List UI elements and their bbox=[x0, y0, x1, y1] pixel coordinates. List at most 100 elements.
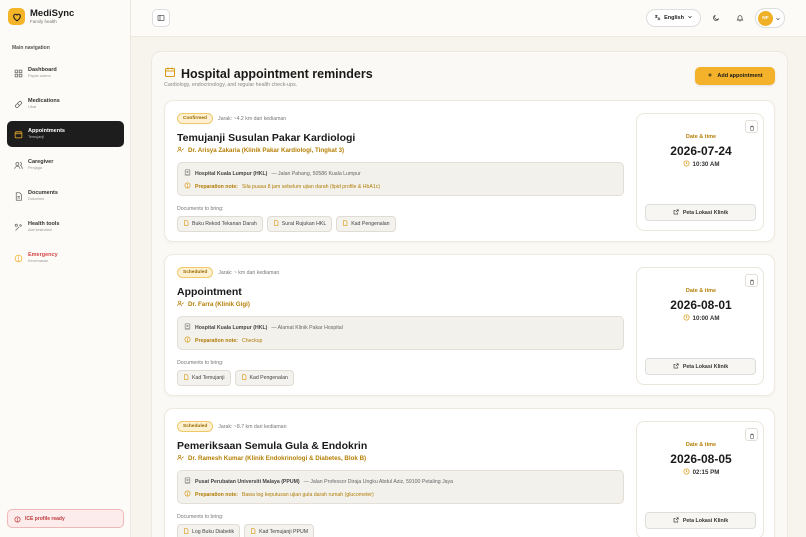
sidebar-item-caregiver[interactable]: Caregiver Penjaga bbox=[7, 152, 124, 178]
ice-status-badge[interactable]: ICE profile ready bbox=[7, 509, 124, 528]
brand[interactable]: MediSync Family health bbox=[8, 8, 74, 25]
document-chip-label: Log Buku Diabetik bbox=[192, 529, 235, 535]
appointment-title: Appointment bbox=[177, 286, 242, 298]
hospital-address: — Alamat Klinik Pakar Hospital bbox=[271, 324, 343, 331]
sidebar-item-appointments[interactable]: Appointments Temujanji bbox=[7, 121, 124, 147]
date-time-label: Date & time bbox=[685, 442, 717, 448]
date-time-panel: Date & time 2026-07-24 10:30 AM Peta Lok… bbox=[636, 113, 764, 231]
distance-text: Jarak: ~ km dari kediaman bbox=[218, 269, 280, 276]
sidebar-item-label: Medications bbox=[28, 98, 60, 104]
sidebar-toggle-icon bbox=[157, 9, 165, 27]
info-icon bbox=[184, 490, 191, 499]
language-selector[interactable]: English bbox=[646, 9, 701, 27]
document-chip-label: Buku Rekod Tekanan Darah bbox=[192, 221, 257, 227]
file-icon bbox=[241, 374, 247, 382]
prep-note-text: Checkup bbox=[241, 337, 263, 344]
external-link-icon bbox=[673, 362, 679, 371]
status-badge: Confirmed bbox=[177, 113, 213, 124]
page-title: Hospital appointment reminders bbox=[181, 67, 373, 81]
calendar-icon bbox=[164, 65, 176, 83]
delete-button[interactable] bbox=[745, 274, 758, 287]
sidebar-item-sub: Dokumen bbox=[28, 197, 45, 201]
page-subtitle: Cardiology, endocrinology, and regular h… bbox=[164, 82, 298, 88]
map-button-label: Peta Lokasi Klinik bbox=[682, 209, 729, 216]
language-label: English bbox=[664, 15, 684, 21]
documents-list: Log Buku Diabetik Kad Temujanji PPUM bbox=[177, 524, 315, 537]
theme-toggle-button[interactable] bbox=[707, 9, 725, 27]
heart-logo-icon bbox=[8, 8, 25, 25]
moon-icon bbox=[712, 9, 720, 27]
documents-label: Documents to bring: bbox=[177, 206, 224, 212]
sidebar-item-health-tools[interactable]: Health tools Alat kesihatan bbox=[7, 214, 124, 240]
map-location-button[interactable]: Peta Lokasi Klinik bbox=[645, 512, 756, 529]
document-chip-label: Kad Pengenalan bbox=[351, 221, 390, 227]
hospital-address: — Jalan Professor Diraja Ungku Abdul Azi… bbox=[303, 478, 454, 485]
delete-button[interactable] bbox=[745, 120, 758, 133]
info-icon bbox=[184, 336, 191, 345]
sidebar-item-sub: Alat kesihatan bbox=[28, 228, 52, 232]
appointment-card: Scheduled Jarak: ~ km dari kediaman Appo… bbox=[164, 254, 775, 396]
sidebar-item-sub: Ubat bbox=[28, 105, 37, 109]
prep-note-text: Bawa log keputusan ujian gula darah ruma… bbox=[241, 491, 374, 498]
doctor-name: Dr. Arisya Zakaria (Klinik Pakar Kardiol… bbox=[188, 147, 345, 154]
sidebar-item-label: Health tools bbox=[28, 221, 60, 227]
notifications-button[interactable] bbox=[731, 9, 749, 27]
appointment-time: 02:15 PM bbox=[692, 469, 720, 476]
alert-icon bbox=[8, 254, 28, 263]
building-icon bbox=[184, 169, 191, 178]
sidebar-item-sub: Penjaga bbox=[28, 166, 42, 170]
map-location-button[interactable]: Peta Lokasi Klinik bbox=[645, 358, 756, 375]
document-chip[interactable]: Kad Pengenalan bbox=[234, 370, 294, 386]
sidebar-item-medications[interactable]: Medications Ubat bbox=[7, 91, 124, 117]
document-chip[interactable]: Buku Rekod Tekanan Darah bbox=[177, 216, 263, 232]
date-time-label: Date & time bbox=[685, 288, 717, 294]
status-badge: Scheduled bbox=[177, 267, 214, 278]
doctor-name: Dr. Ramesh Kumar (Klinik Endokrinologi &… bbox=[188, 455, 367, 462]
user-menu[interactable]: NF bbox=[755, 8, 785, 28]
chevron-down-icon bbox=[775, 9, 781, 27]
date-time-panel: Date & time 2026-08-05 02:15 PM Peta Lok… bbox=[636, 421, 764, 537]
appointment-date: 2026-08-05 bbox=[670, 452, 732, 466]
appointment-date: 2026-07-24 bbox=[670, 144, 732, 158]
appointment-card: Confirmed Jarak: ~4.2 km dari kediaman T… bbox=[164, 100, 775, 242]
file-icon bbox=[183, 220, 189, 228]
hospital-address: — Jalan Pahang, 50586 Kuala Lumpur bbox=[271, 170, 361, 177]
documents-list: Buku Rekod Tekanan Darah Surat Rujukan H… bbox=[177, 216, 396, 232]
doctor-icon bbox=[177, 300, 184, 309]
sidebar-item-label: Documents bbox=[28, 190, 58, 196]
hospital-name: Pusat Perubatan Universiti Malaya (PPUM) bbox=[195, 478, 300, 485]
document-chip[interactable]: Log Buku Diabetik bbox=[177, 524, 241, 537]
document-chip-label: Kad Temujanji bbox=[192, 375, 225, 381]
add-appointment-button[interactable]: Add appointment bbox=[695, 67, 775, 85]
date-time-label: Date & time bbox=[685, 134, 717, 140]
avatar: NF bbox=[758, 10, 773, 26]
external-link-icon bbox=[673, 208, 679, 217]
sidebar-item-dashboard[interactable]: Dashboard Papan utama bbox=[7, 60, 124, 86]
sidebar-item-documents[interactable]: Documents Dokumen bbox=[7, 183, 124, 209]
prep-note-label: Preparation note: bbox=[195, 183, 238, 190]
doctor-name: Dr. Farra (Klinik Gigi) bbox=[188, 301, 250, 308]
distance-text: Jarak: ~4.2 km dari kediaman bbox=[218, 115, 287, 122]
document-chip-label: Kad Temujanji PPUM bbox=[259, 529, 309, 535]
page-header: Hospital appointment reminders bbox=[164, 65, 373, 83]
prep-note-text: Sila puasa 8 jam sebelum ujian darah (li… bbox=[241, 183, 381, 190]
clock-icon bbox=[683, 160, 690, 169]
ice-status-text: ICE profile ready bbox=[25, 515, 65, 522]
sidebar-item-label: Appointments bbox=[28, 128, 65, 134]
document-chip[interactable]: Kad Pengenalan bbox=[336, 216, 396, 232]
doctor-icon bbox=[177, 454, 184, 463]
sidebar-item-label: Dashboard bbox=[28, 67, 57, 73]
calendar-icon bbox=[8, 130, 28, 139]
sidebar-toggle-button[interactable] bbox=[152, 9, 170, 27]
document-chip[interactable]: Kad Temujanji PPUM bbox=[244, 524, 315, 537]
document-icon bbox=[8, 191, 28, 201]
file-icon bbox=[183, 374, 189, 382]
document-chip-label: Surat Rujukan HKL bbox=[281, 221, 327, 227]
map-location-button[interactable]: Peta Lokasi Klinik bbox=[645, 204, 756, 221]
hospital-name: Hospital Kuala Lumpur (HKL) bbox=[195, 170, 268, 177]
top-header: English NF bbox=[131, 0, 806, 37]
delete-button[interactable] bbox=[745, 428, 758, 441]
document-chip[interactable]: Surat Rujukan HKL bbox=[266, 216, 333, 232]
document-chip[interactable]: Kad Temujanji bbox=[177, 370, 231, 386]
sidebar-item-emergency[interactable]: Emergency Kecemasan bbox=[7, 245, 124, 271]
